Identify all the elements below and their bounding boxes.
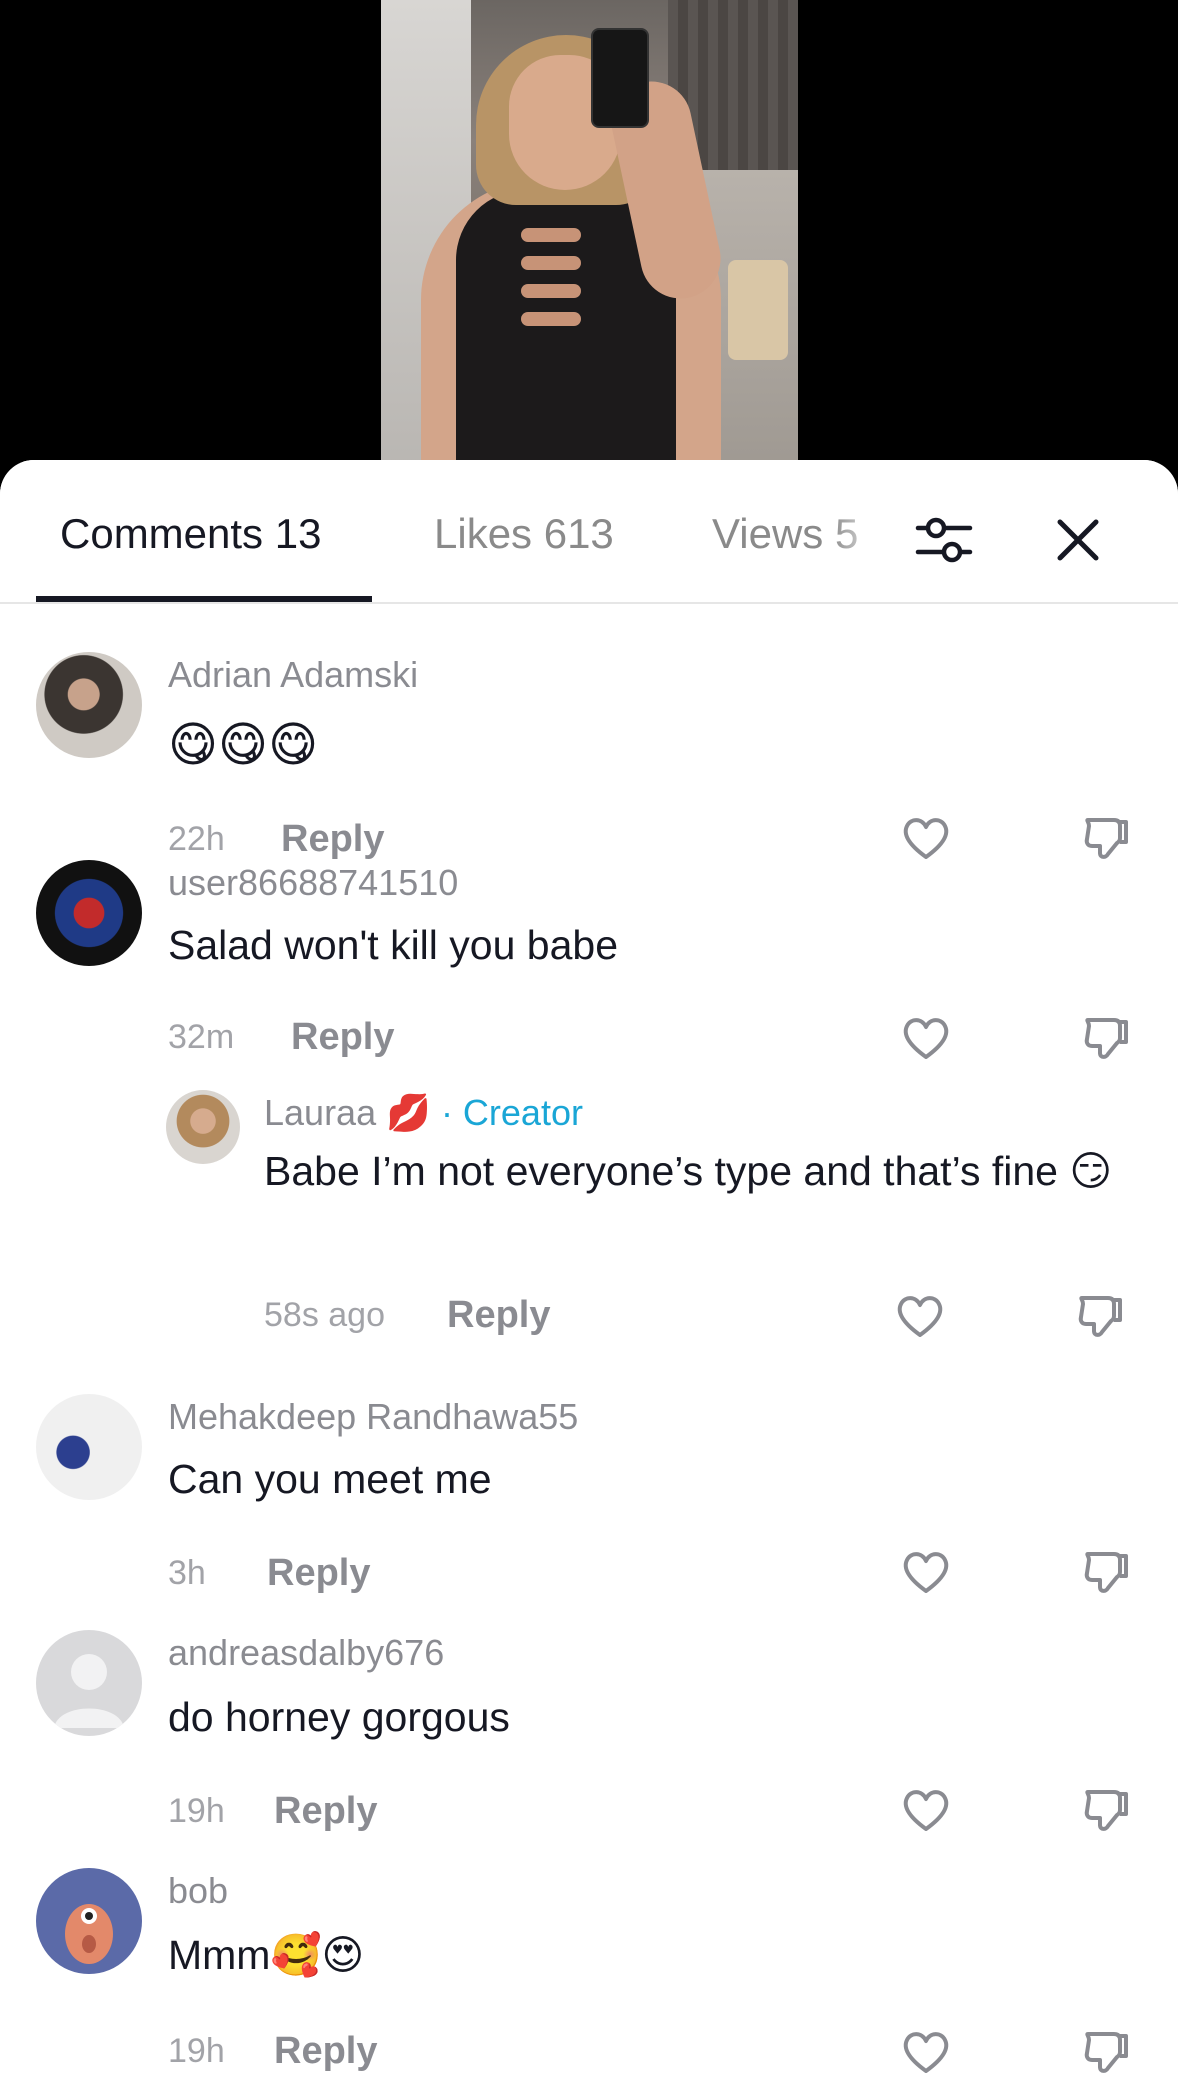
heart-outline-icon[interactable] [898, 1782, 954, 1838]
comment-username[interactable]: Adrian Adamski [168, 654, 418, 696]
reply-button[interactable]: Reply [281, 818, 384, 861]
heart-outline-icon[interactable] [892, 1288, 948, 1344]
comment-text: Babe I’m not everyone’s type and that’s … [264, 1148, 1113, 1194]
thumb-phone [591, 28, 649, 128]
thumbs-down-icon[interactable] [1078, 1782, 1134, 1838]
avatar[interactable] [36, 652, 142, 758]
thumbs-down-icon[interactable] [1078, 2024, 1134, 2080]
thumbs-down-icon[interactable] [1078, 1010, 1134, 1066]
tab-likes[interactable]: Likes 613 [434, 510, 614, 558]
tab-fade [830, 490, 890, 580]
comment-text: Salad won't kill you babe [168, 922, 618, 968]
comment-username[interactable]: andreasdalby676 [168, 1632, 444, 1674]
reply-button[interactable]: Reply [267, 1552, 370, 1595]
video-thumbnail[interactable] [381, 0, 798, 470]
comment-time: 58s ago [264, 1296, 385, 1334]
thumbs-down-icon[interactable] [1072, 1288, 1128, 1344]
comment-username[interactable]: Mehakdeep Randhawa55 [168, 1396, 578, 1438]
creator-name[interactable]: Lauraa 💋 [264, 1092, 431, 1133]
avatar[interactable] [166, 1090, 240, 1164]
heart-outline-icon[interactable] [898, 1544, 954, 1600]
comment-time: 22h [168, 820, 225, 858]
heart-outline-icon[interactable] [898, 2024, 954, 2080]
comment-time: 19h [168, 2032, 225, 2070]
reply-button[interactable]: Reply [291, 1016, 394, 1059]
heart-outline-icon[interactable] [898, 810, 954, 866]
avatar[interactable] [36, 1394, 142, 1500]
reply-button[interactable]: Reply [274, 1790, 377, 1833]
thumb-detail [521, 312, 581, 326]
character-avatar-icon [65, 1904, 113, 1964]
comment-username[interactable]: user86688741510 [168, 862, 458, 904]
comment-text: do horney gorgous [168, 1694, 510, 1740]
avatar[interactable] [36, 1630, 142, 1736]
default-avatar-icon [54, 1654, 124, 1728]
reply-button[interactable]: Reply [274, 2030, 377, 2073]
thumb-cushion [728, 260, 788, 360]
comment-time: 32m [168, 1018, 235, 1056]
avatar[interactable] [36, 860, 142, 966]
comment-username[interactable]: Lauraa 💋 · Creator [264, 1092, 583, 1134]
comment-text: Mmm🥰😍 [168, 1932, 365, 1978]
comment-username[interactable]: bob [168, 1870, 228, 1912]
comment-time: 3h [168, 1554, 206, 1592]
comments-sheet: Comments 13 Likes 613 Views 5 Adrian Ada… [0, 460, 1178, 2096]
heart-outline-icon[interactable] [898, 1010, 954, 1066]
comment-text: Can you meet me [168, 1456, 492, 1502]
thumbs-down-icon[interactable] [1078, 1544, 1134, 1600]
video-preview[interactable] [0, 0, 1178, 470]
close-x-icon[interactable] [1042, 504, 1114, 576]
tab-bar: Comments 13 Likes 613 Views 5 [0, 460, 1178, 604]
creator-badge: · Creator [440, 1092, 583, 1133]
comment-text: 😋😋😋 [168, 714, 318, 777]
filter-sliders-icon[interactable] [908, 504, 980, 576]
active-tab-indicator [36, 596, 372, 602]
reply-button[interactable]: Reply [447, 1294, 550, 1337]
thumb-detail [521, 284, 581, 298]
comment-time: 19h [168, 1792, 225, 1830]
avatar[interactable] [36, 1868, 142, 1974]
tab-comments[interactable]: Comments 13 [60, 510, 321, 558]
thumbs-down-icon[interactable] [1078, 810, 1134, 866]
thumb-detail [521, 228, 581, 242]
thumb-detail [521, 256, 581, 270]
comment-emoji: 😋😋😋 [168, 717, 319, 773]
